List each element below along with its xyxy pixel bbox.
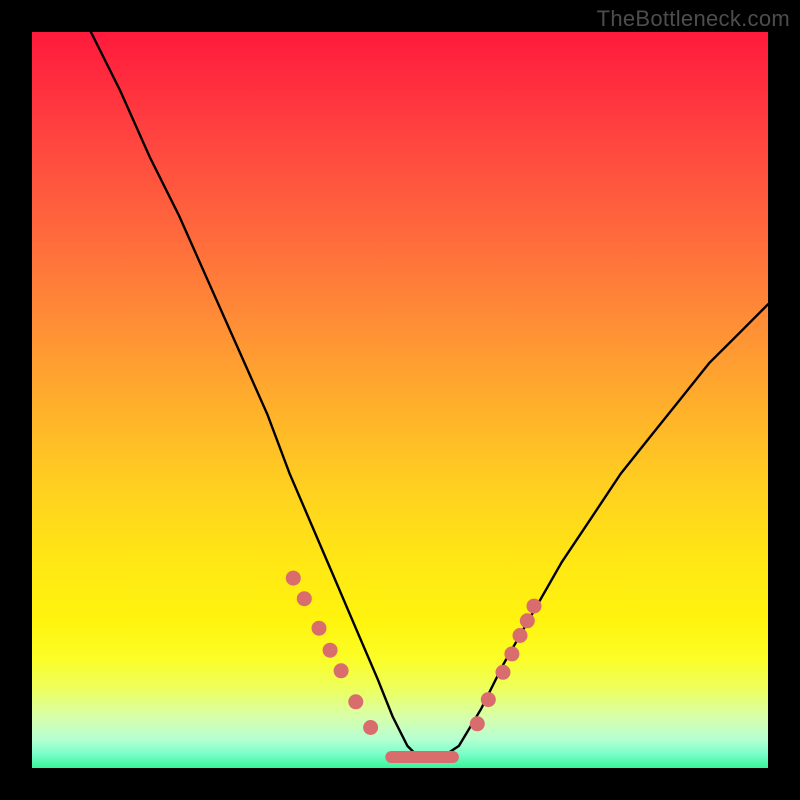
marker-dot	[470, 716, 485, 731]
outer-frame: TheBottleneck.com	[0, 0, 800, 800]
marker-dot	[297, 591, 312, 606]
marker-dot	[363, 720, 378, 735]
marker-dot	[334, 663, 349, 678]
flat-bottom-segment	[385, 751, 459, 763]
marker-dot	[527, 599, 542, 614]
marker-dot	[520, 613, 535, 628]
chart-svg	[32, 32, 768, 768]
marker-group-left	[286, 571, 378, 735]
marker-dot	[481, 692, 496, 707]
marker-dot	[496, 665, 511, 680]
watermark-text: TheBottleneck.com	[597, 6, 790, 32]
marker-dot	[312, 621, 327, 636]
bottleneck-curve	[91, 32, 768, 761]
marker-dot	[504, 646, 519, 661]
marker-dot	[323, 643, 338, 658]
marker-dot	[348, 694, 363, 709]
marker-dot	[513, 628, 528, 643]
marker-dot	[286, 571, 301, 586]
chart-plot-area	[32, 32, 768, 768]
